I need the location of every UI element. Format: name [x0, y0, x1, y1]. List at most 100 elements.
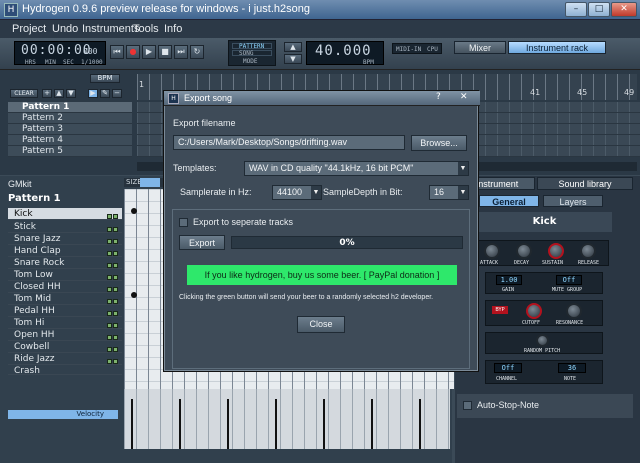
pattern-list-item[interactable]: Pattern 5 — [8, 146, 132, 157]
instrument-rack-button[interactable]: Instrument rack — [508, 41, 606, 54]
midi-section: Off 36 CHANNEL NOTE — [485, 360, 603, 384]
instrument-row[interactable]: Pedal HH — [8, 305, 122, 317]
gain-value[interactable]: 1.00 — [496, 275, 522, 285]
auto-stop-checkbox[interactable] — [463, 401, 472, 410]
random-pitch-section: RANDOM PITCH — [485, 332, 603, 354]
loop-mode-button[interactable]: − — [112, 89, 122, 98]
dialog-title-bar: H Export song ? ✕ — [164, 91, 480, 106]
pattern-list-item[interactable]: Pattern 1 — [8, 102, 132, 113]
instrument-row[interactable]: Crash — [8, 365, 122, 375]
note-value[interactable]: 36 — [558, 363, 586, 373]
stop-button[interactable]: ■ — [158, 45, 172, 59]
sampledepth-select[interactable]: 16 ▼ — [429, 185, 469, 200]
loop-button[interactable]: ↻ — [190, 45, 204, 59]
velocity-bar[interactable] — [371, 399, 373, 449]
browse-button[interactable]: Browse... — [411, 135, 467, 151]
separate-tracks-checkbox[interactable] — [179, 218, 188, 227]
export-filename-input[interactable]: C:/Users/Mark/Desktop/Songs/drifting.wav — [173, 135, 405, 150]
menu-project[interactable]: Project — [12, 23, 46, 35]
song-mode[interactable]: SONG — [232, 50, 272, 57]
bypass-button[interactable]: BYP — [492, 306, 508, 314]
auto-stop-section: Auto-Stop-Note — [457, 394, 633, 418]
pattern-up-button[interactable]: ▲ — [54, 89, 64, 98]
ms-label: 1/1000 — [81, 59, 103, 66]
cutoff-knob[interactable] — [526, 303, 542, 319]
bpm-value: 40.000 — [315, 43, 372, 59]
instrument-row[interactable]: Cowbell — [8, 341, 122, 353]
instrument-row[interactable]: Kick — [8, 208, 122, 220]
ruler-mark-41: 41 — [530, 88, 541, 97]
resonance-knob[interactable] — [566, 303, 582, 319]
record-button[interactable]: ● — [126, 45, 140, 59]
instrument-row[interactable]: Ride Jazz — [8, 353, 122, 365]
add-pattern-button[interactable]: + — [42, 89, 52, 98]
note-marker[interactable] — [131, 208, 137, 214]
menu-tools[interactable]: Tools — [133, 23, 159, 35]
velocity-bar[interactable] — [179, 399, 181, 449]
clear-button[interactable]: CLEAR — [10, 89, 38, 98]
pattern-list-item[interactable]: Pattern 3 — [8, 124, 132, 135]
velocity-bar[interactable] — [131, 399, 133, 449]
velocity-bar[interactable] — [275, 399, 277, 449]
draw-tool-button[interactable]: ✎ — [100, 89, 110, 98]
play-button[interactable]: ▶ — [142, 45, 156, 59]
samplerate-value: 44100 — [277, 187, 303, 197]
mixer-button[interactable]: Mixer — [454, 41, 506, 54]
velocity-lane[interactable] — [124, 389, 450, 449]
pattern-mode[interactable]: PATTERN — [232, 43, 272, 50]
decay-knob[interactable] — [516, 243, 532, 259]
velocity-bar[interactable] — [227, 399, 229, 449]
bpm-down-button[interactable]: ▼ — [284, 54, 302, 64]
select-tool-button[interactable]: ▶ — [88, 89, 98, 98]
velocity-bar[interactable] — [419, 399, 421, 449]
attack-knob[interactable] — [484, 243, 500, 259]
song-bpm-button[interactable]: BPM — [90, 74, 120, 83]
export-button[interactable]: Export — [179, 235, 225, 250]
sustain-knob[interactable] — [548, 243, 564, 259]
instrument-row[interactable]: Tom Low — [8, 269, 122, 281]
samplerate-select[interactable]: 44100 ▼ — [272, 185, 322, 200]
pattern-down-button[interactable]: ▼ — [66, 89, 76, 98]
close-window-button[interactable]: ✕ — [611, 2, 637, 17]
dialog-app-icon: H — [168, 93, 179, 104]
menu-undo[interactable]: Undo — [52, 23, 78, 35]
velocity-selector[interactable]: Velocity — [8, 410, 118, 419]
instrument-row[interactable]: Snare Jazz — [8, 233, 122, 245]
tab-sound-library[interactable]: Sound library — [537, 177, 633, 190]
fast-forward-button[interactable]: ⏭ — [174, 45, 188, 59]
dialog-close-icon[interactable]: ✕ — [460, 92, 468, 102]
menu-instruments[interactable]: Instruments — [82, 23, 139, 35]
tab-general[interactable]: General — [479, 195, 539, 207]
instrument-row[interactable]: Tom Hi — [8, 317, 122, 329]
beer-donation-button[interactable]: If you like hydrogen, buy us some beer. … — [187, 265, 457, 285]
channel-value[interactable]: Off — [494, 363, 522, 373]
beer-note: Clicking the green button will send your… — [179, 294, 434, 301]
mute-group-value[interactable]: Off — [556, 275, 582, 285]
auto-stop-label: Auto-Stop-Note — [477, 400, 540, 410]
template-select[interactable]: WAV in CD quality "44.1kHz, 16 bit PCM" … — [244, 161, 469, 176]
dialog-help-button[interactable]: ? — [436, 92, 441, 102]
pattern-list-item[interactable]: Pattern 2 — [8, 113, 132, 124]
instrument-row[interactable]: Hand Clap — [8, 245, 122, 257]
pattern-list-item[interactable]: Pattern 4 — [8, 135, 132, 146]
minimize-button[interactable]: – — [565, 2, 587, 17]
instrument-row[interactable]: Tom Mid — [8, 293, 122, 305]
note-marker[interactable] — [131, 292, 137, 298]
instrument-row[interactable]: Open HH — [8, 329, 122, 341]
close-button[interactable]: Close — [297, 316, 345, 333]
instrument-row[interactable]: Stick — [8, 221, 122, 233]
maximize-button[interactable]: □ — [588, 2, 610, 17]
random-pitch-knob[interactable] — [536, 334, 549, 347]
decay-label: DECAY — [514, 260, 530, 266]
size-bar[interactable] — [140, 178, 160, 187]
velocity-bar[interactable] — [323, 399, 325, 449]
rewind-button[interactable]: ⏮ — [110, 45, 124, 59]
bpm-up-button[interactable]: ▲ — [284, 42, 302, 52]
release-knob[interactable] — [580, 243, 596, 259]
tab-layers[interactable]: Layers — [543, 195, 603, 207]
instrument-row[interactable]: Snare Rock — [8, 257, 122, 269]
instrument-label: Tom Hi — [14, 318, 45, 328]
export-progress-bar: 0% — [231, 236, 463, 249]
instrument-row[interactable]: Closed HH — [8, 281, 122, 293]
menu-info[interactable]: Info — [164, 23, 182, 35]
